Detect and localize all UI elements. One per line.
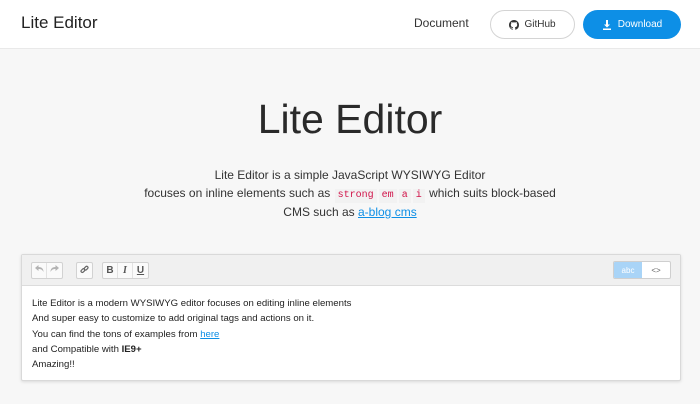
link-button-group [76,262,93,279]
bold-button[interactable]: B [103,263,118,278]
editor-mode-toggle: abc <> [613,261,671,279]
content-line-3-prefix: You can find the tons of examples from [32,328,198,340]
content-line-3: You can find the tons of examples from h… [32,327,670,342]
download-button[interactable]: Download [583,10,681,39]
link-button[interactable] [77,263,92,278]
top-navbar: Lite Editor Document GitHub Download [0,0,700,49]
content-line-4: and Compatible with IE9+ [32,342,670,357]
content-line-2: And super easy to customize to add origi… [32,313,315,325]
redo-button[interactable] [47,263,62,278]
hero-line-2: focuses on inline elements such as stron… [0,184,700,203]
brand-logo[interactable]: Lite Editor [21,13,98,33]
nav-document-link[interactable]: Document [414,16,469,30]
italic-button[interactable]: I [118,263,133,278]
hero-line-2-prefix: focuses on inline elements such as [144,186,331,200]
download-icon [602,19,612,30]
format-button-group: B I U [102,262,149,279]
github-icon [509,19,520,30]
download-label: Download [617,19,663,30]
code-tag-i: i [412,189,425,203]
hero-line-2-suffix: which suits block-based [429,186,556,200]
hero-line-1: Lite Editor is a simple JavaScript WYSIW… [214,168,486,182]
undo-icon [34,265,44,276]
redo-icon [50,265,59,276]
examples-link[interactable]: here [200,329,219,340]
editor-content-area[interactable]: Lite Editor is a modern WYSIWYG editor f… [22,286,680,372]
editor-container: B I U abc <> Lite Editor is a modern WYS… [21,254,681,381]
source-mode-button[interactable]: <> [642,262,670,278]
code-tag-a: a [398,189,411,203]
content-line-5: Amazing!! [32,359,75,371]
github-label: GitHub [524,19,556,30]
hero-title: Lite Editor [257,96,443,142]
code-tag-em: em [378,189,397,203]
github-button[interactable]: GitHub [490,10,575,39]
link-icon [80,265,89,277]
editor-toolbar: B I U abc <> [22,255,680,286]
undo-button[interactable] [32,263,47,278]
underline-button[interactable]: U [133,263,148,278]
underline-label: U [136,265,145,276]
hero-line-3-prefix: CMS such as [283,205,355,219]
ie9-strong-text: IE9+ [121,343,142,355]
bold-label: B [106,265,114,276]
hero-description: Lite Editor is a simple JavaScript WYSIW… [0,166,700,221]
code-tag-strong: strong [334,189,377,203]
wysiwyg-mode-button[interactable]: abc [614,262,642,278]
content-line-1: Lite Editor is a modern WYSIWYG editor f… [32,298,352,309]
hero-line-3: CMS such as a-blog cms [0,203,700,221]
history-button-group [31,262,63,279]
ablogcms-link[interactable]: a-blog cms [358,205,417,219]
italic-label: I [123,265,127,276]
content-line-4-prefix: and Compatible with [32,343,119,355]
